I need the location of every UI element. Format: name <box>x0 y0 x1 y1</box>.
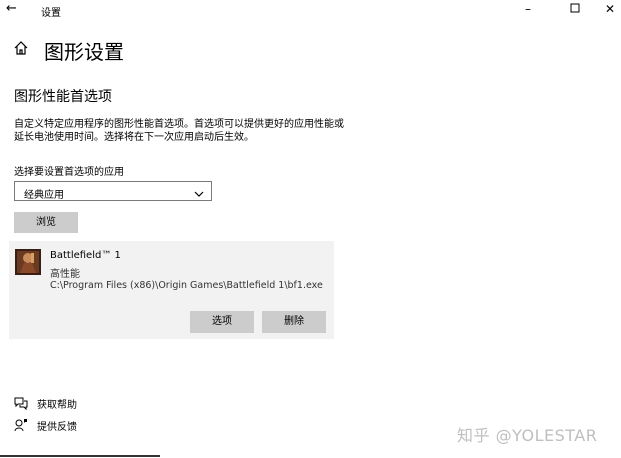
app-type-dropdown[interactable]: 经典应用 <box>14 181 212 201</box>
page-title: 图形设置 <box>44 40 124 64</box>
app-path: C:\Program Files (x86)\Origin Games\Batt… <box>50 280 323 291</box>
maximize-icon[interactable] <box>566 1 584 17</box>
battlefield-app-icon <box>15 249 41 275</box>
section-description: 自定义特定应用程序的图形性能首选项。首选项可以提供更好的应用性能或延长电池使用时… <box>14 119 344 143</box>
app-preference: 高性能 <box>50 269 80 280</box>
get-help-label: 获取帮助 <box>37 400 77 411</box>
back-arrow-icon[interactable]: ← <box>6 2 17 16</box>
taskbar-edge <box>0 455 160 457</box>
app-name: Battlefield™ 1 <box>50 250 121 261</box>
close-icon[interactable]: ✕ <box>601 1 619 17</box>
give-feedback-label: 提供反馈 <box>37 422 77 433</box>
delete-button[interactable]: 删除 <box>262 311 326 333</box>
app-type-label: 选择要设置首选项的应用 <box>14 167 124 178</box>
chat-help-icon <box>14 396 28 413</box>
home-icon[interactable] <box>13 40 29 60</box>
browse-button[interactable]: 浏览 <box>14 212 78 233</box>
minimize-icon[interactable]: – <box>519 1 537 17</box>
section-title: 图形性能首选项 <box>14 89 112 105</box>
app-card[interactable]: Battlefield™ 1 高性能 C:\Program Files (x86… <box>9 241 334 339</box>
chevron-down-icon <box>193 185 205 204</box>
options-button[interactable]: 选项 <box>190 311 254 333</box>
window-title: 设置 <box>41 8 61 19</box>
title-bar: ← 设置 – ✕ <box>0 0 621 20</box>
watermark: 知乎 @YOLESTAR <box>457 426 598 445</box>
feedback-person-icon <box>14 418 28 435</box>
dropdown-selected-value: 经典应用 <box>24 190 64 201</box>
